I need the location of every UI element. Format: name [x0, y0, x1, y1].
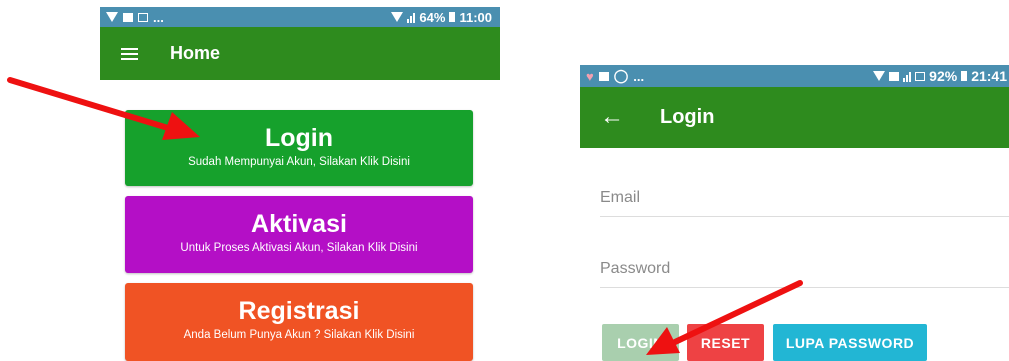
app-bar: ← Login [580, 87, 1009, 148]
battery-percent: 92% [929, 68, 958, 84]
battery-icon [449, 12, 456, 22]
status-bar: ♥ ◯ ... 92% 21:41 [580, 65, 1009, 87]
home-screen: ... 64% 11:00 Home Login Sudah Mempunyai… [100, 7, 500, 361]
wifi-icon [106, 12, 118, 22]
login-menu-button[interactable]: Login Sudah Mempunyai Akun, Silakan Klik… [125, 110, 473, 186]
login-menu-title: Login [264, 124, 334, 152]
page-title: Login [660, 106, 715, 128]
arrow-back-icon[interactable]: ← [600, 105, 624, 129]
battery-icon [961, 71, 968, 81]
notification-icon [123, 12, 133, 22]
forgot-password-button[interactable]: LUPA PASSWORD [773, 324, 927, 361]
sim-signal-icon [915, 71, 926, 81]
signal-icon [407, 12, 416, 23]
battery-percent: 64% [419, 9, 446, 25]
status-system: 64% 11:00 [391, 7, 492, 27]
registrasi-menu-title: Registrasi [238, 297, 360, 325]
password-field[interactable] [600, 251, 1009, 287]
status-bar: ... 64% 11:00 [100, 7, 500, 27]
image-icon [138, 12, 148, 22]
login-screen: ♥ ◯ ... 92% 21:41 ← Login LOGIN RESET LU… [580, 65, 1009, 361]
email-field[interactable] [600, 180, 1009, 216]
notification-ellipsis: ... [633, 68, 645, 84]
aktivasi-menu-subtitle: Untuk Proses Aktivasi Akun, Silakan Klik… [180, 242, 418, 254]
hamburger-menu-icon[interactable] [121, 48, 138, 60]
mail-icon [598, 71, 609, 81]
whatsapp-icon: ◯ [613, 68, 629, 83]
login-menu-subtitle: Sudah Mempunyai Akun, Silakan Klik Disin… [188, 156, 410, 168]
email-field-container [600, 180, 1009, 217]
clock: 21:41 [971, 68, 1007, 84]
status-system: 92% 21:41 [873, 65, 1007, 87]
reset-button[interactable]: RESET [687, 324, 764, 361]
aktivasi-menu-button[interactable]: Aktivasi Untuk Proses Aktivasi Akun, Sil… [125, 196, 473, 273]
heart-icon: ♥ [586, 68, 594, 84]
clock: 11:00 [459, 9, 492, 25]
signal-icon [903, 71, 912, 82]
wifi-icon [873, 71, 886, 81]
page-title: Home [170, 43, 221, 63]
registrasi-menu-button[interactable]: Registrasi Anda Belum Punya Akun ? Silak… [125, 283, 473, 361]
status-notifications: ... [106, 7, 164, 27]
app-bar: Home [100, 27, 500, 80]
wifi-icon [391, 12, 404, 22]
registrasi-menu-subtitle: Anda Belum Punya Akun ? Silakan Klik Dis… [183, 329, 415, 341]
password-field-container [600, 251, 1009, 288]
notification-ellipsis: ... [153, 9, 164, 25]
data-icon [889, 71, 900, 81]
aktivasi-menu-title: Aktivasi [251, 210, 347, 238]
status-notifications: ♥ ◯ ... [586, 65, 644, 87]
login-button[interactable]: LOGIN [602, 324, 679, 361]
